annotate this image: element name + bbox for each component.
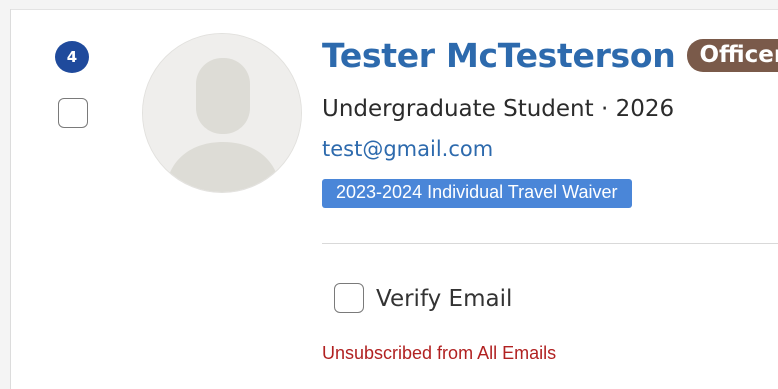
divider — [322, 243, 778, 244]
avatar — [142, 33, 302, 193]
card-left-border — [0, 9, 11, 389]
member-subtitle: Undergraduate Student · 2026 — [322, 96, 675, 122]
select-member-checkbox[interactable] — [58, 98, 88, 128]
verify-email-label[interactable]: Verify Email — [376, 286, 512, 312]
verify-email-checkbox[interactable] — [334, 283, 364, 313]
email-link[interactable]: test@gmail.com — [322, 137, 493, 161]
count-badge: 4 — [55, 41, 89, 73]
member-name-link[interactable]: Tester McTesterson — [322, 36, 676, 75]
name-row: Tester McTesterson Officer — [322, 36, 778, 75]
unsubscribed-status: Unsubscribed from All Emails — [322, 343, 557, 363]
officer-badge: Officer — [687, 39, 778, 72]
person-silhouette-icon — [143, 34, 301, 192]
card-top-border — [0, 0, 778, 10]
waiver-tag[interactable]: 2023-2024 Individual Travel Waiver — [322, 179, 632, 208]
